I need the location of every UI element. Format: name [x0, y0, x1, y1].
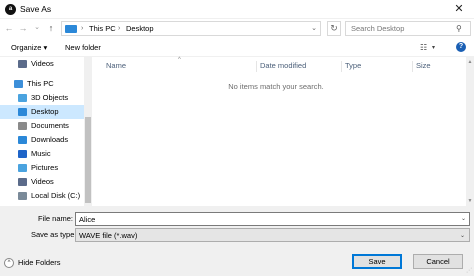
chevron-down-icon: ⌄: [459, 233, 465, 239]
folder-icon: [65, 25, 77, 33]
sidebar-item-label: Downloads: [31, 135, 69, 144]
up-icon[interactable]: ↑: [46, 22, 56, 34]
sidebar-item-label: Music: [31, 149, 51, 158]
music-icon: [18, 150, 27, 158]
window-title: Save As: [20, 4, 52, 14]
sidebar-item-downloads[interactable]: Downloads: [0, 133, 84, 147]
sidebar-item-label: This PC: [27, 79, 54, 88]
title-bar: a Save As ✕: [0, 0, 474, 19]
save-as-type-select[interactable]: WAVE file (*.wav) ⌄: [75, 228, 470, 242]
new-folder-button[interactable]: New folder: [65, 43, 101, 53]
help-icon[interactable]: ?: [456, 42, 466, 52]
address-bar[interactable]: › This PC › Desktop ⌄: [61, 21, 321, 36]
sidebar-item-pictures[interactable]: Pictures: [0, 161, 84, 175]
file-name-input[interactable]: [75, 212, 470, 226]
app-icon: a: [5, 4, 16, 15]
chevron-right-icon[interactable]: ›: [118, 24, 120, 34]
sidebar-item-3d-objects[interactable]: 3D Objects: [0, 91, 84, 105]
pictures-icon: [18, 164, 27, 172]
resize-grip-icon[interactable]: ⋰: [466, 268, 472, 274]
close-button[interactable]: ✕: [444, 0, 474, 19]
sidebar-item-local-disk[interactable]: Local Disk (C:): [0, 189, 84, 203]
hide-folders-label: Hide Folders: [18, 258, 61, 267]
save-form: File name: ⌄ Save as type: WAVE file (*.…: [0, 206, 474, 276]
sidebar-item-videos[interactable]: Videos: [0, 175, 84, 189]
desktop-icon: [18, 108, 27, 116]
sidebar-item-videos[interactable]: Videos: [0, 57, 84, 71]
empty-message: No items match your search.: [228, 82, 324, 91]
column-divider[interactable]: [412, 61, 413, 72]
column-header-name[interactable]: Name: [106, 60, 126, 72]
this-pc-icon: [14, 80, 23, 88]
sidebar-item-label: 3D Objects: [31, 93, 69, 102]
file-name-label: File name:: [38, 214, 74, 223]
view-options-icon[interactable]: ☷: [420, 43, 427, 53]
scroll-up-icon[interactable]: ▲: [466, 58, 474, 66]
sort-indicator-icon: ^: [178, 57, 181, 63]
column-header-date-modified[interactable]: Date modified: [260, 60, 306, 72]
sidebar-item-this-pc[interactable]: This PC: [0, 77, 84, 91]
column-header-size[interactable]: Size: [416, 60, 431, 72]
documents-icon: [18, 122, 27, 130]
scrollbar-thumb[interactable]: [85, 117, 91, 203]
breadcrumb-this-pc[interactable]: This PC: [89, 24, 116, 34]
recent-locations-icon[interactable]: ⌄: [32, 22, 42, 34]
file-list-scrollbar[interactable]: ▲ ▼: [466, 57, 474, 206]
videos-icon: [18, 178, 27, 186]
column-header-type[interactable]: Type: [345, 60, 361, 72]
downloads-icon: [18, 136, 27, 144]
view-dropdown-icon[interactable]: ▾: [432, 43, 435, 53]
chevron-right-icon[interactable]: ›: [81, 24, 83, 34]
file-list: ^ Name Date modified Type Size No items …: [92, 57, 474, 206]
sidebar-item-label: Pictures: [31, 163, 59, 172]
column-divider[interactable]: [256, 61, 257, 72]
navigation-scrollbar[interactable]: [84, 57, 91, 206]
navigation-pane: Videos This PC 3D Objects Desktop Docume…: [0, 57, 92, 206]
sidebar-item-label: Local Disk (C:): [31, 191, 81, 200]
refresh-icon[interactable]: ↻: [327, 21, 341, 36]
breadcrumb-desktop[interactable]: Desktop: [126, 24, 154, 34]
local-disk-icon: [18, 192, 27, 200]
videos-icon: [18, 60, 27, 68]
sidebar-item-label: Documents: [31, 121, 69, 130]
organize-button[interactable]: Organize ▾: [11, 43, 47, 53]
sidebar-item-desktop[interactable]: Desktop: [0, 105, 84, 119]
command-toolbar: Organize ▾ New folder ☷ ▾ ?: [0, 38, 474, 57]
column-divider[interactable]: [341, 61, 342, 72]
scroll-down-icon[interactable]: ▼: [466, 197, 474, 205]
navigation-bar: ← → ⌄ ↑ › This PC › Desktop ⌄ ↻ ⚲: [0, 19, 474, 38]
sidebar-item-documents[interactable]: Documents: [0, 119, 84, 133]
chevron-up-icon: ^: [4, 258, 14, 268]
sidebar-item-label: Videos: [31, 59, 54, 68]
save-as-type-value: WAVE file (*.wav): [79, 231, 138, 240]
save-as-type-label: Save as type:: [31, 230, 77, 239]
address-dropdown-icon[interactable]: ⌄: [311, 24, 317, 34]
file-name-dropdown-icon[interactable]: ⌄: [461, 215, 466, 223]
sidebar-item-music[interactable]: Music: [0, 147, 84, 161]
search-icon[interactable]: ⚲: [456, 24, 462, 34]
3d-objects-icon: [18, 94, 27, 102]
forward-icon[interactable]: →: [18, 22, 28, 34]
sidebar-item-label: Desktop: [31, 107, 59, 116]
cancel-button[interactable]: Cancel: [413, 254, 463, 269]
back-icon[interactable]: ←: [4, 22, 14, 34]
sidebar-item-label: Videos: [31, 177, 54, 186]
save-button[interactable]: Save: [352, 254, 402, 269]
search-input[interactable]: [345, 21, 471, 36]
